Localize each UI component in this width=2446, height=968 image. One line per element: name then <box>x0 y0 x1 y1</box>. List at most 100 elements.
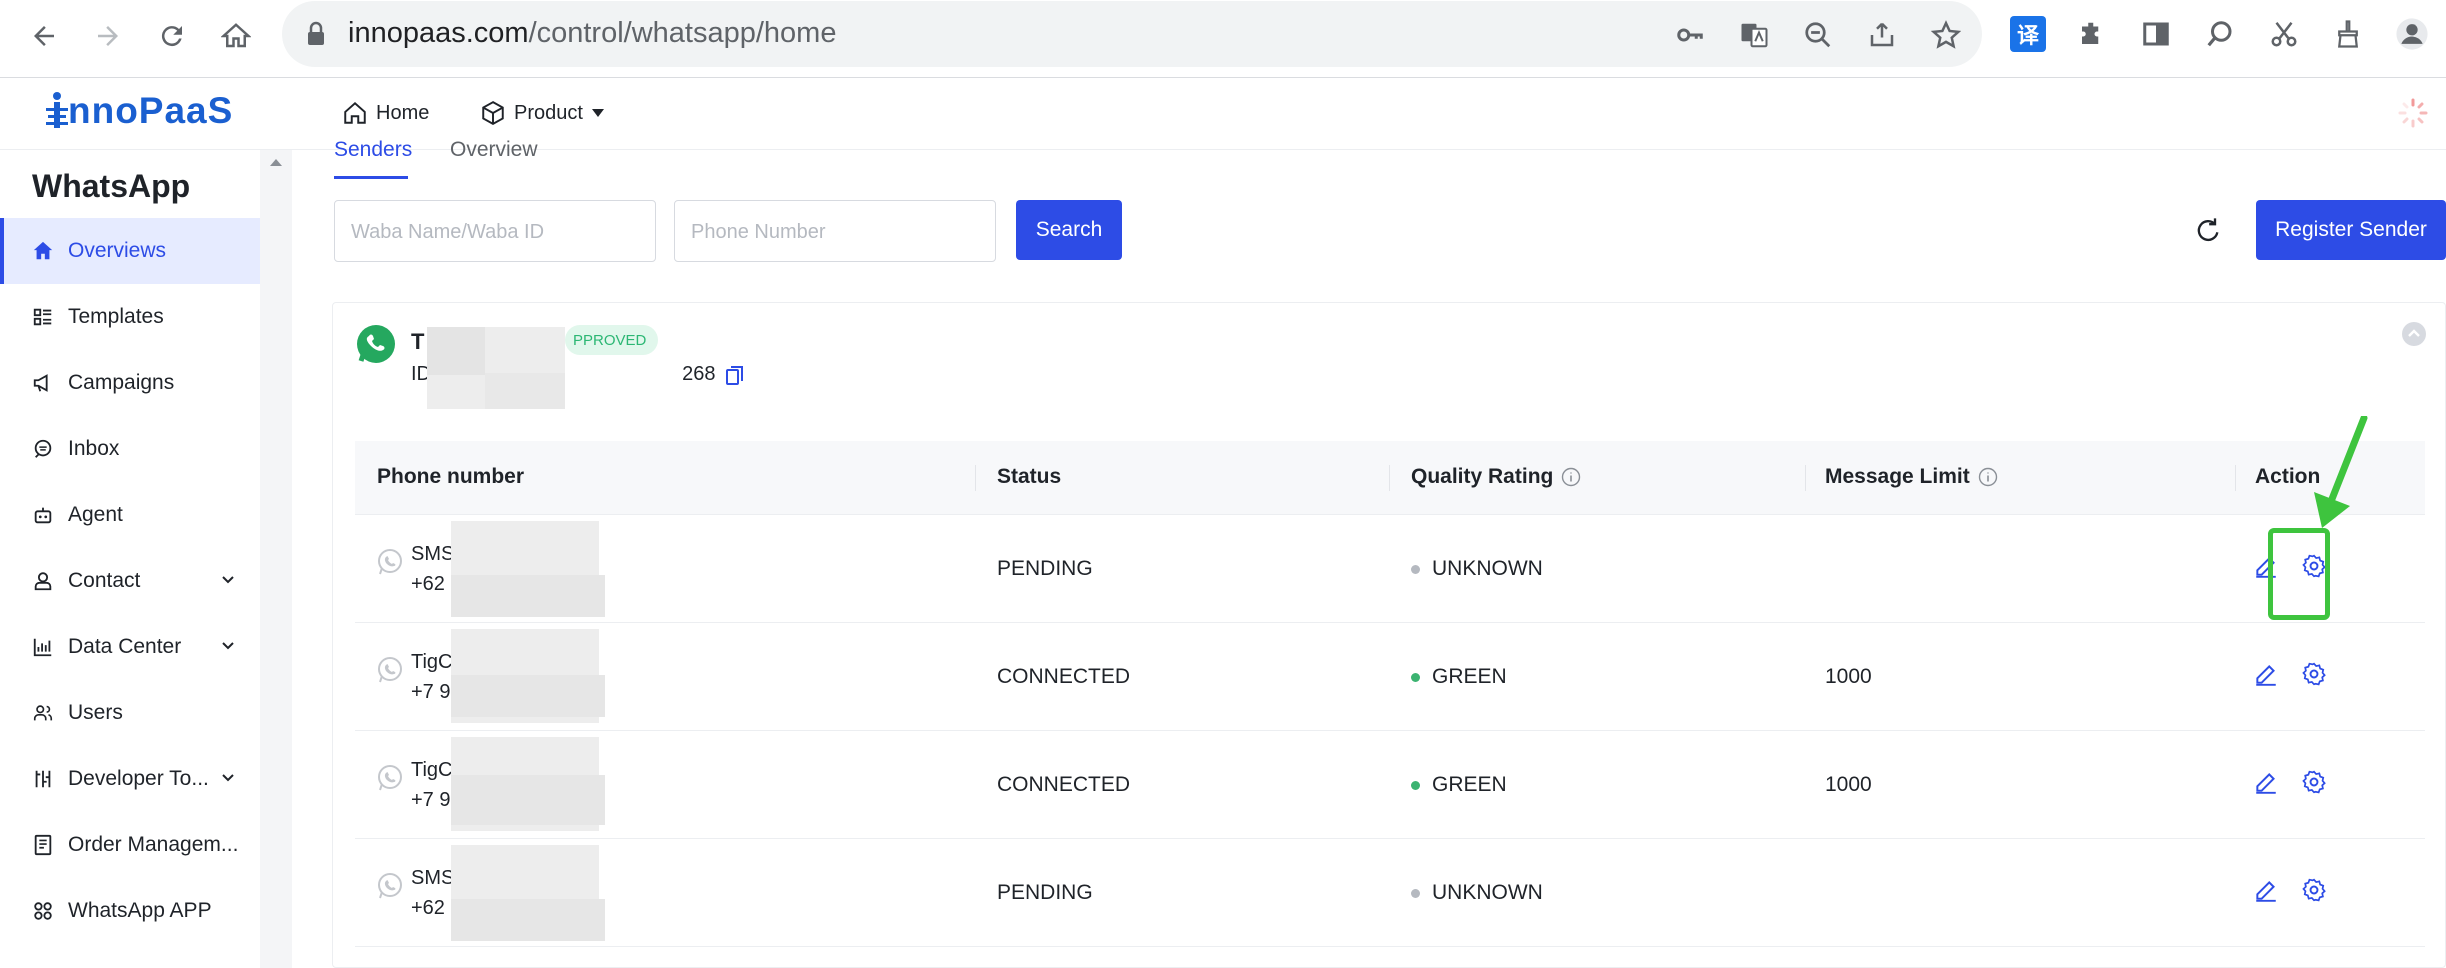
sidebar-item-label: Order Managem... <box>68 833 239 856</box>
scroll-up-arrow-icon[interactable] <box>260 150 292 172</box>
edit-pencil-icon[interactable] <box>2253 769 2279 795</box>
column-divider <box>975 465 976 491</box>
redacted-block <box>451 675 605 717</box>
chart-icon <box>33 638 52 657</box>
zoom-out-icon[interactable] <box>1800 17 1836 53</box>
phone-search-input[interactable]: Phone Number <box>674 200 996 262</box>
column-divider <box>1389 465 1390 491</box>
sidebar-scrollbar[interactable] <box>260 150 292 968</box>
sidebar-item-users[interactable]: Users <box>0 680 260 746</box>
key-icon[interactable] <box>1672 17 1708 53</box>
info-icon[interactable] <box>1561 467 1581 487</box>
sidebar-item-campaigns[interactable]: Campaigns <box>0 350 260 416</box>
sidebar: WhatsApp Overviews Templates Campaigns I… <box>0 150 260 968</box>
main-content: Senders Overview Waba Name/Waba ID Phone… <box>292 138 2446 968</box>
document-icon <box>34 834 52 856</box>
status-text: CONNECTED <box>997 665 1131 688</box>
nav-home[interactable]: Home <box>342 100 429 126</box>
forward-arrow-icon[interactable] <box>86 14 130 58</box>
tab-overview[interactable]: Overview <box>450 138 538 162</box>
whatsapp-outline-icon <box>378 657 402 683</box>
sidebar-item-whatsapp-app[interactable]: WhatsApp APP <box>0 878 260 944</box>
col-quality-rating: Quality Rating <box>1411 465 1581 489</box>
settings-gear-icon[interactable] <box>2301 769 2327 795</box>
home-icon <box>344 101 366 124</box>
redacted-block <box>451 575 605 617</box>
lock-icon <box>306 21 326 52</box>
translate-icon[interactable] <box>1736 17 1772 53</box>
sidebar-item-contact[interactable]: Contact <box>0 548 260 614</box>
sidebar-item-overviews[interactable]: Overviews <box>0 218 260 284</box>
search-button[interactable]: Search <box>1016 200 1122 260</box>
translate-extension-icon[interactable]: 译 <box>2010 16 2046 52</box>
redacted-block <box>427 327 485 375</box>
robot-icon <box>34 507 52 524</box>
chat-icon <box>34 439 52 458</box>
message-limit: 1000 <box>1825 665 1872 688</box>
sender-phone: +7 9 <box>411 789 451 811</box>
status-text: CONNECTED <box>997 773 1131 796</box>
megaphone-icon <box>33 374 48 392</box>
star-icon[interactable] <box>1928 17 1964 53</box>
apps-icon <box>34 902 52 920</box>
profile-avatar-icon[interactable] <box>2394 16 2430 52</box>
url-text: innopaas.com/control/whatsapp/home <box>348 17 837 49</box>
col-message-limit: Message Limit <box>1825 465 1998 489</box>
status-text: PENDING <box>997 557 1093 580</box>
info-icon[interactable] <box>1978 467 1998 487</box>
back-arrow-icon[interactable] <box>22 14 66 58</box>
scissors-icon[interactable] <box>2266 16 2302 52</box>
user-icon <box>34 572 52 591</box>
home-icon[interactable] <box>214 14 258 58</box>
settings-gear-icon[interactable] <box>2301 877 2327 903</box>
collapse-toggle-icon[interactable] <box>2401 321 2427 352</box>
side-panel-icon[interactable] <box>2138 16 2174 52</box>
browser-toolbar: innopaas.com/control/whatsapp/home 译 <box>0 0 2446 78</box>
sidebar-item-agent[interactable]: Agent <box>0 482 260 548</box>
tab-senders[interactable]: Senders <box>334 138 412 162</box>
sidebar-item-label: Campaigns <box>68 371 175 394</box>
box-icon <box>482 101 504 125</box>
share-icon[interactable] <box>1864 17 1900 53</box>
annotation-highlight-box <box>2268 528 2330 620</box>
settings-gear-icon[interactable] <box>2301 661 2327 687</box>
sidebar-item-label: Inbox <box>68 437 120 460</box>
whatsapp-outline-icon <box>378 873 402 899</box>
quality-rating: UNKNOWN <box>1411 557 1543 581</box>
column-divider <box>2235 465 2236 491</box>
edit-pencil-icon[interactable] <box>2253 877 2279 903</box>
register-sender-button[interactable]: Register Sender <box>2256 200 2446 260</box>
table-row: TigC +7 9 CONNECTED GREEN 1000 <box>355 731 2425 839</box>
whatsapp-outline-icon <box>378 765 402 791</box>
sidebar-item-data-center[interactable]: Data Center <box>0 614 260 680</box>
refresh-icon[interactable] <box>2194 216 2222 249</box>
puzzle-extensions-icon[interactable] <box>2074 16 2110 52</box>
copy-icon[interactable] <box>725 364 745 386</box>
sidebar-title: WhatsApp <box>32 168 191 204</box>
sidebar-item-label: WhatsApp APP <box>68 899 212 922</box>
whatsapp-outline-icon <box>378 549 402 575</box>
table-row: SMS +62 PENDING UNKNOWN <box>355 515 2425 623</box>
sidebar-item-developer-tools[interactable]: Developer To... <box>0 746 260 812</box>
nav-product-label: Product <box>514 101 583 124</box>
sidebar-item-label: Agent <box>68 503 123 526</box>
innopaas-logo[interactable]: nnoPaaS <box>46 90 233 132</box>
search-lens-icon[interactable] <box>2202 16 2238 52</box>
quality-rating: GREEN <box>1411 665 1507 689</box>
sidebar-item-order-management[interactable]: Order Managem... <box>0 812 260 878</box>
broom-icon[interactable] <box>2330 16 2366 52</box>
nav-product[interactable]: Product <box>480 100 605 126</box>
table-header: Phone number Status Quality Rating Messa… <box>355 441 2425 515</box>
sidebar-item-inbox[interactable]: Inbox <box>0 416 260 482</box>
nav-home-label: Home <box>376 101 430 124</box>
waba-search-input[interactable]: Waba Name/Waba ID <box>334 200 656 262</box>
edit-pencil-icon[interactable] <box>2253 661 2279 687</box>
address-bar[interactable]: innopaas.com/control/whatsapp/home <box>282 1 1982 67</box>
tools-icon <box>35 770 51 788</box>
chevron-down-icon <box>222 774 234 782</box>
reload-icon[interactable] <box>150 14 194 58</box>
sender-name: TigC <box>411 759 453 781</box>
sidebar-item-templates[interactable]: Templates <box>0 284 260 350</box>
status-badge: PPROVED <box>565 325 659 355</box>
sender-phone: +7 9 <box>411 681 451 703</box>
